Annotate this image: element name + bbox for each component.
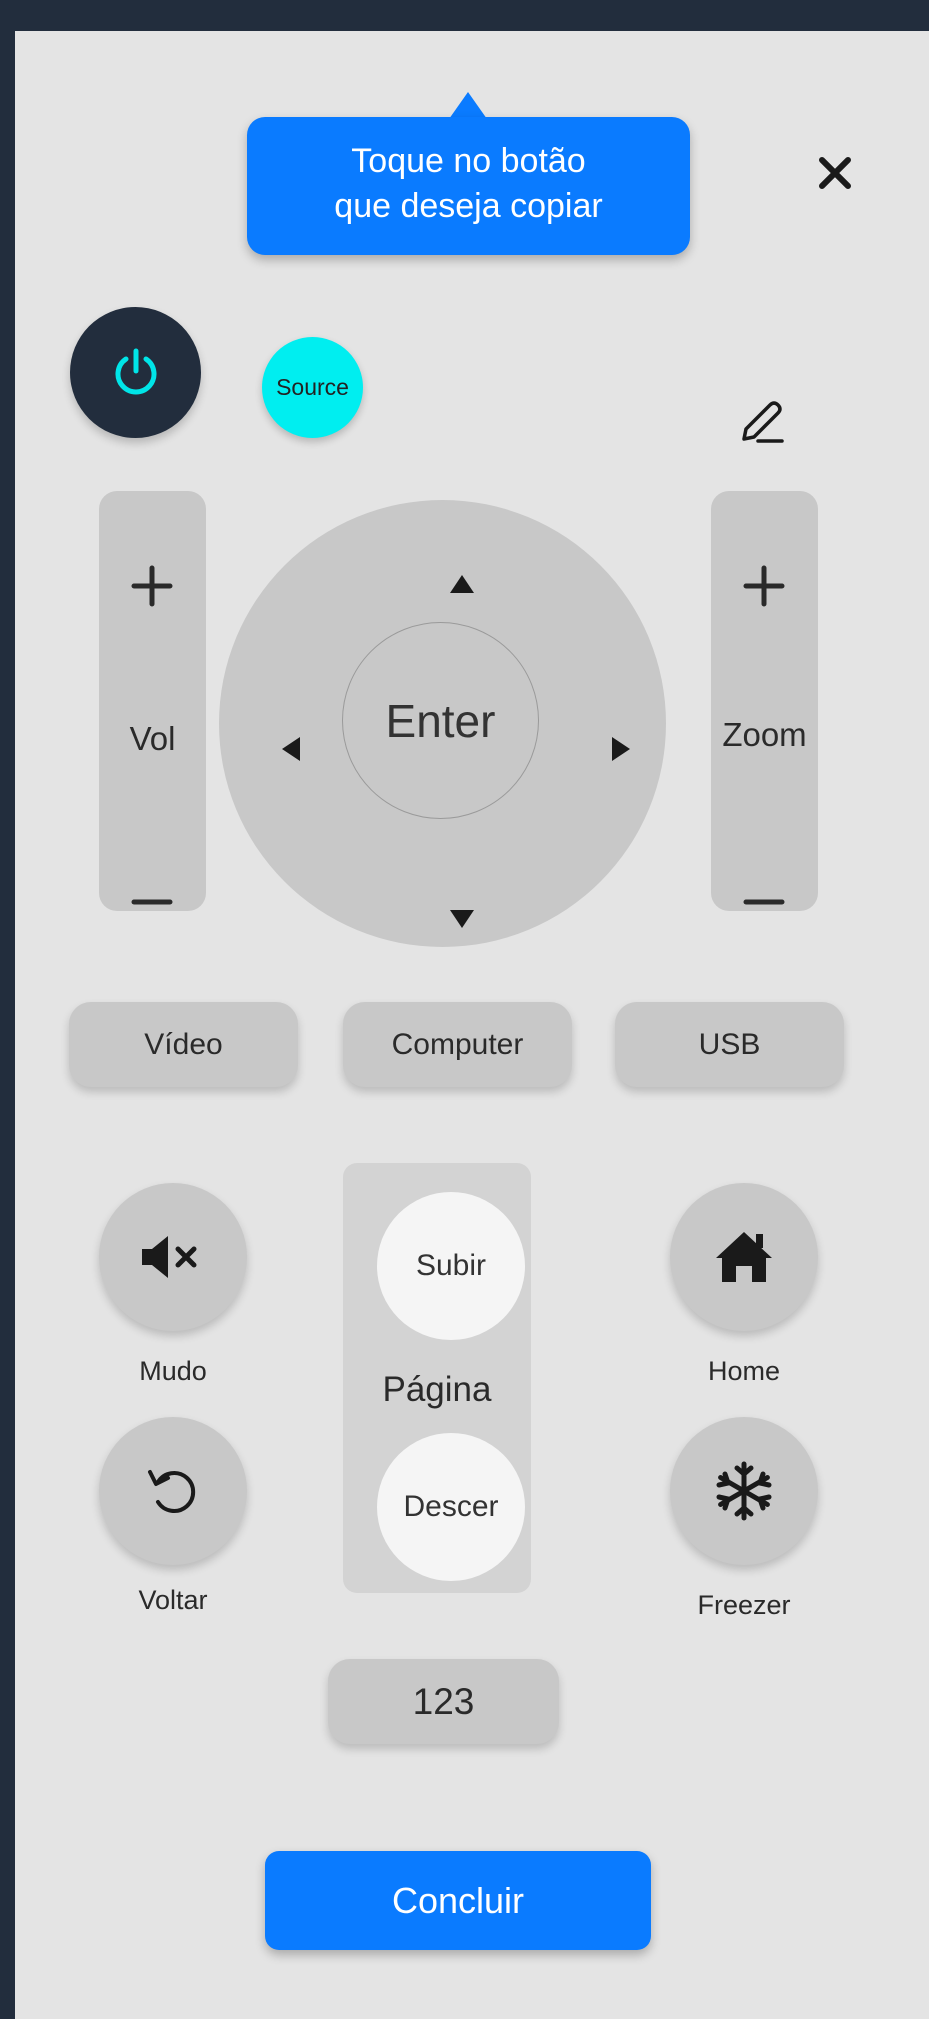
- tooltip-line-1: Toque no botão: [351, 142, 586, 180]
- home-icon: [716, 1232, 772, 1282]
- home-button[interactable]: [670, 1183, 818, 1331]
- volume-bar: [99, 491, 206, 911]
- computer-button[interactable]: Computer: [343, 1002, 572, 1087]
- enter-button[interactable]: Enter: [342, 622, 539, 819]
- page-label: Página: [382, 1370, 492, 1409]
- dpad-up-button[interactable]: [442, 564, 482, 604]
- dpad-right-button[interactable]: [601, 729, 641, 769]
- back-button[interactable]: [99, 1417, 247, 1565]
- source-button[interactable]: Source: [262, 337, 363, 438]
- mute-label: Mudo: [139, 1356, 207, 1386]
- minus-icon: [743, 899, 785, 905]
- close-button[interactable]: [812, 150, 858, 196]
- triangle-down-icon: [450, 910, 474, 928]
- zoom-label: Zoom: [722, 716, 807, 753]
- zoom-in-button[interactable]: [734, 556, 794, 616]
- instruction-tooltip: Toque no botão que deseja copiar: [247, 117, 690, 255]
- home-label: Home: [707, 1356, 781, 1386]
- triangle-left-icon: [282, 737, 300, 761]
- volume-label: Vol: [129, 720, 176, 757]
- mute-icon: [142, 1236, 197, 1278]
- tooltip-arrow: [449, 92, 487, 119]
- zoom-out-button[interactable]: [734, 872, 794, 932]
- power-button[interactable]: [70, 307, 201, 438]
- freeze-button[interactable]: [670, 1417, 818, 1565]
- power-icon: [115, 348, 156, 394]
- triangle-up-icon: [450, 575, 474, 593]
- close-icon: [819, 157, 851, 189]
- volume-down-button[interactable]: [122, 872, 182, 932]
- page-up-button[interactable]: Subir: [377, 1192, 525, 1340]
- mute-button[interactable]: [99, 1183, 247, 1331]
- back-label: Voltar: [138, 1585, 208, 1615]
- zoom-bar: [711, 491, 818, 911]
- conclude-button[interactable]: Concluir: [265, 1851, 651, 1950]
- edit-button[interactable]: [736, 395, 788, 447]
- plus-icon: [131, 565, 173, 607]
- pencil-icon: [742, 401, 784, 443]
- freeze-label: Freezer: [697, 1590, 791, 1620]
- triangle-right-icon: [612, 737, 630, 761]
- minus-icon: [131, 899, 173, 905]
- tooltip-line-2: que deseja copiar: [334, 187, 603, 225]
- usb-button[interactable]: USB: [615, 1002, 844, 1087]
- snowflake-icon: [716, 1461, 772, 1521]
- volume-up-button[interactable]: [122, 556, 182, 616]
- numpad-button[interactable]: 123: [328, 1659, 559, 1744]
- dpad-down-button[interactable]: [442, 899, 482, 939]
- undo-icon: [148, 1470, 196, 1513]
- dpad-left-button[interactable]: [271, 729, 311, 769]
- plus-icon: [743, 565, 785, 607]
- video-button[interactable]: Vídeo: [69, 1002, 298, 1087]
- page-down-button[interactable]: Descer: [377, 1433, 525, 1581]
